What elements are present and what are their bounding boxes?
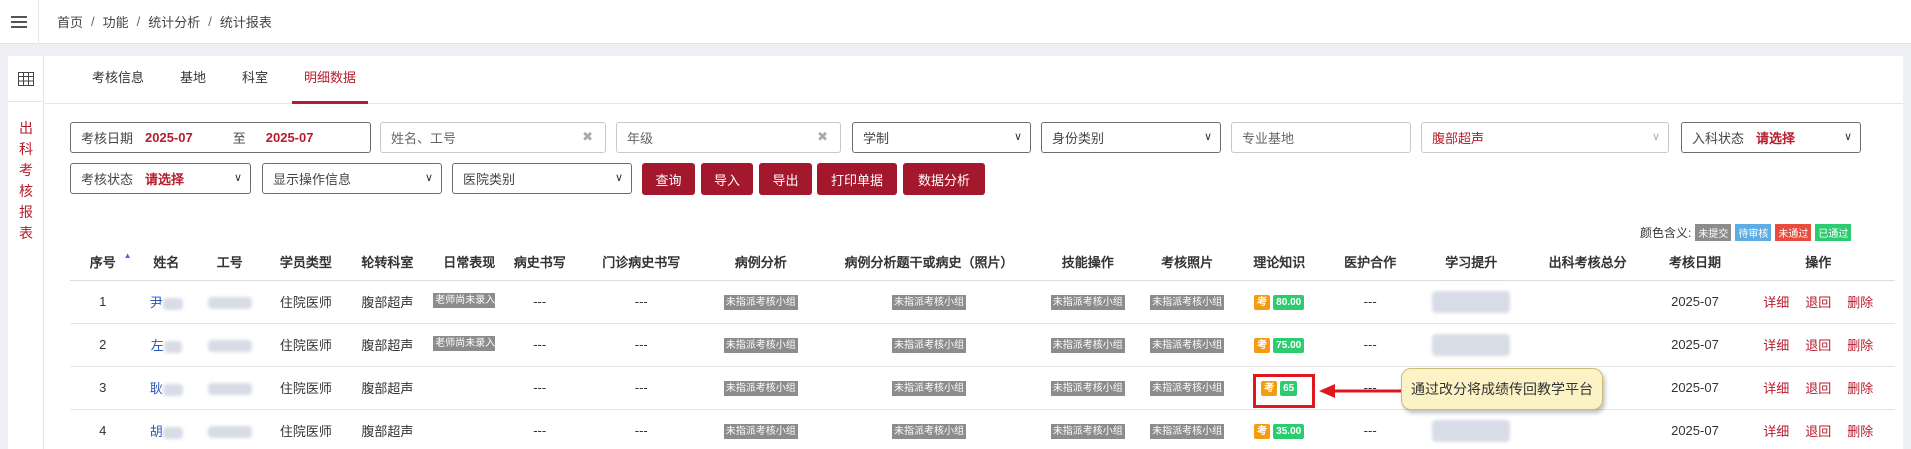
legend-failed: 未通过 xyxy=(1775,224,1812,241)
col-header[interactable]: 医护合作 xyxy=(1324,243,1416,281)
return-link[interactable]: 退回 xyxy=(1805,381,1831,396)
table-row: 4 胡 住院医师 腹部超声 --- --- 未指派考核小组 未指派考核小组 未指… xyxy=(70,409,1895,449)
table-row: 3 耿 住院医师 腹部超声 --- --- 未指派考核小组 未指派考核小组 未指… xyxy=(70,366,1895,410)
col-header[interactable]: 轮转科室 xyxy=(349,243,426,281)
date-to[interactable]: 2025-07 xyxy=(266,130,314,145)
col-header[interactable]: 姓名 xyxy=(135,243,197,281)
chevron-down-icon: ∨ xyxy=(1013,131,1022,143)
return-link[interactable]: 退回 xyxy=(1805,295,1831,310)
detail-table: 序号 ▲ 姓名 工号 学员类型 轮转科室 日常表现 病史书写 门诊病史书写 病例分… xyxy=(70,243,1895,449)
clear-icon[interactable]: ✖ xyxy=(817,129,828,145)
annotation-arrow-icon xyxy=(1319,384,1403,398)
col-header[interactable]: 考核照片 xyxy=(1140,243,1234,281)
delete-link[interactable]: 删除 xyxy=(1847,424,1873,439)
hamburger-menu-icon[interactable] xyxy=(0,0,38,44)
import-button[interactable]: 导入 xyxy=(701,163,753,195)
col-header: 操作 xyxy=(1741,243,1895,281)
student-name-link[interactable]: 耿 xyxy=(150,381,163,396)
student-name-link[interactable]: 尹 xyxy=(150,295,163,310)
table-header-row: 序号 ▲ 姓名 工号 学员类型 轮转科室 日常表现 病史书写 门诊病史书写 病例分… xyxy=(70,243,1895,281)
legend-passed: 已通过 xyxy=(1815,224,1852,241)
return-link[interactable]: 退回 xyxy=(1805,424,1831,439)
print-button[interactable]: 打印单据 xyxy=(817,163,897,195)
col-header[interactable]: 学习提升 xyxy=(1415,243,1527,281)
chevron-down-icon: ∨ xyxy=(614,172,623,184)
student-name-link[interactable]: 胡 xyxy=(150,424,163,439)
return-link[interactable]: 退回 xyxy=(1805,338,1831,353)
query-button[interactable]: 查询 xyxy=(642,163,695,195)
breadcrumb-stats[interactable]: 统计分析 xyxy=(148,12,200,31)
annotation-callout: 通过改分将成绩传回教学平台 xyxy=(1401,368,1603,410)
breadcrumb: 首页 / 功能 / 统计分析 / 统计报表 xyxy=(57,12,272,31)
tab-bar: 考核信息 基地 科室 明细数据 xyxy=(44,56,1903,104)
detail-link[interactable]: 详细 xyxy=(1763,338,1789,353)
base-input[interactable]: 专业基地 xyxy=(1231,122,1411,153)
hospital-type-select[interactable]: 医院类别 ∨ xyxy=(452,163,632,194)
col-header[interactable]: 考核日期 xyxy=(1648,243,1742,281)
analysis-button[interactable]: 数据分析 xyxy=(903,163,985,195)
tab-base[interactable]: 基地 xyxy=(168,56,218,104)
col-header[interactable]: 出科考核总分 xyxy=(1526,243,1649,281)
col-header[interactable]: 序号 ▲ xyxy=(70,243,136,281)
table-grid-icon[interactable] xyxy=(8,56,44,102)
breadcrumb-home[interactable]: 首页 xyxy=(57,12,83,31)
name-search-input[interactable]: 姓名、工号 ✖ xyxy=(380,122,606,153)
exam-status-select[interactable]: 考核状态 请选择 ∨ xyxy=(70,163,251,194)
delete-link[interactable]: 删除 xyxy=(1847,295,1873,310)
system-select[interactable]: 学制 ∨ xyxy=(852,122,1031,153)
breadcrumb-report: 统计报表 xyxy=(219,15,272,30)
col-header[interactable]: 技能操作 xyxy=(1034,243,1141,281)
top-bar: 首页 / 功能 / 统计分析 / 统计报表 xyxy=(0,0,1911,44)
detail-link[interactable]: 详细 xyxy=(1763,424,1789,439)
detail-link[interactable]: 详细 xyxy=(1763,381,1789,396)
col-header[interactable]: 门诊病史书写 xyxy=(584,243,699,281)
col-header[interactable]: 病例分析 xyxy=(698,243,824,281)
sidebar-vertical-title[interactable]: 出科考核报表 xyxy=(8,118,44,244)
legend-pending: 待审核 xyxy=(1735,224,1772,241)
student-name-link[interactable]: 左 xyxy=(151,338,164,353)
tab-detail-data[interactable]: 明细数据 xyxy=(292,56,369,104)
col-header[interactable]: 日常表现 xyxy=(425,243,496,281)
col-header[interactable]: 理论知识 xyxy=(1233,243,1325,281)
date-from[interactable]: 2025-07 xyxy=(145,130,193,145)
chevron-down-icon: ∨ xyxy=(424,172,433,184)
chevron-down-icon: ∨ xyxy=(1843,131,1852,143)
col-header[interactable]: 学员类型 xyxy=(262,243,350,281)
delete-link[interactable]: 删除 xyxy=(1847,381,1873,396)
divider xyxy=(38,0,39,44)
col-header[interactable]: 工号 xyxy=(196,243,263,281)
highlight-box xyxy=(1253,374,1315,408)
display-op-select[interactable]: 显示操作信息 ∨ xyxy=(262,163,442,194)
col-header[interactable]: 病史书写 xyxy=(495,243,585,281)
date-range-field[interactable]: 考核日期 2025-07 至 2025-07 xyxy=(70,122,371,153)
legend-unsubmitted: 未提交 xyxy=(1695,224,1732,241)
department-select[interactable]: 腹部超声 ∨ xyxy=(1421,122,1669,153)
chevron-down-icon: ∨ xyxy=(1651,131,1660,143)
chevron-down-icon: ∨ xyxy=(1203,131,1212,143)
grade-input[interactable]: 年级 ✖ xyxy=(616,122,841,153)
col-header[interactable]: 病例分析题干或病史（照片） xyxy=(823,243,1035,281)
table-row: 2 左 住院医师 腹部超声 老师尚未录入 --- --- 未指派考核小组 未指派… xyxy=(70,323,1895,367)
clear-icon[interactable]: ✖ xyxy=(582,129,593,145)
detail-link[interactable]: 详细 xyxy=(1763,295,1789,310)
delete-link[interactable]: 删除 xyxy=(1847,338,1873,353)
tab-exam-info[interactable]: 考核信息 xyxy=(80,56,156,104)
enroll-status-select[interactable]: 入科状态 请选择 ∨ xyxy=(1681,122,1861,153)
table-row: 1 尹 住院医师 腹部超声 老师尚未录入 --- --- 未指派考核小组 未指派… xyxy=(70,280,1895,324)
export-button[interactable]: 导出 xyxy=(759,163,812,195)
chevron-down-icon: ∨ xyxy=(233,172,242,184)
breadcrumb-function[interactable]: 功能 xyxy=(103,12,129,31)
sidebar: 出科考核报表 xyxy=(8,56,44,449)
tab-department[interactable]: 科室 xyxy=(230,56,280,104)
identity-select[interactable]: 身份类别 ∨ xyxy=(1041,122,1221,153)
color-legend: 颜色含义: 未提交 待审核 未通过 已通过 xyxy=(1640,224,1852,241)
